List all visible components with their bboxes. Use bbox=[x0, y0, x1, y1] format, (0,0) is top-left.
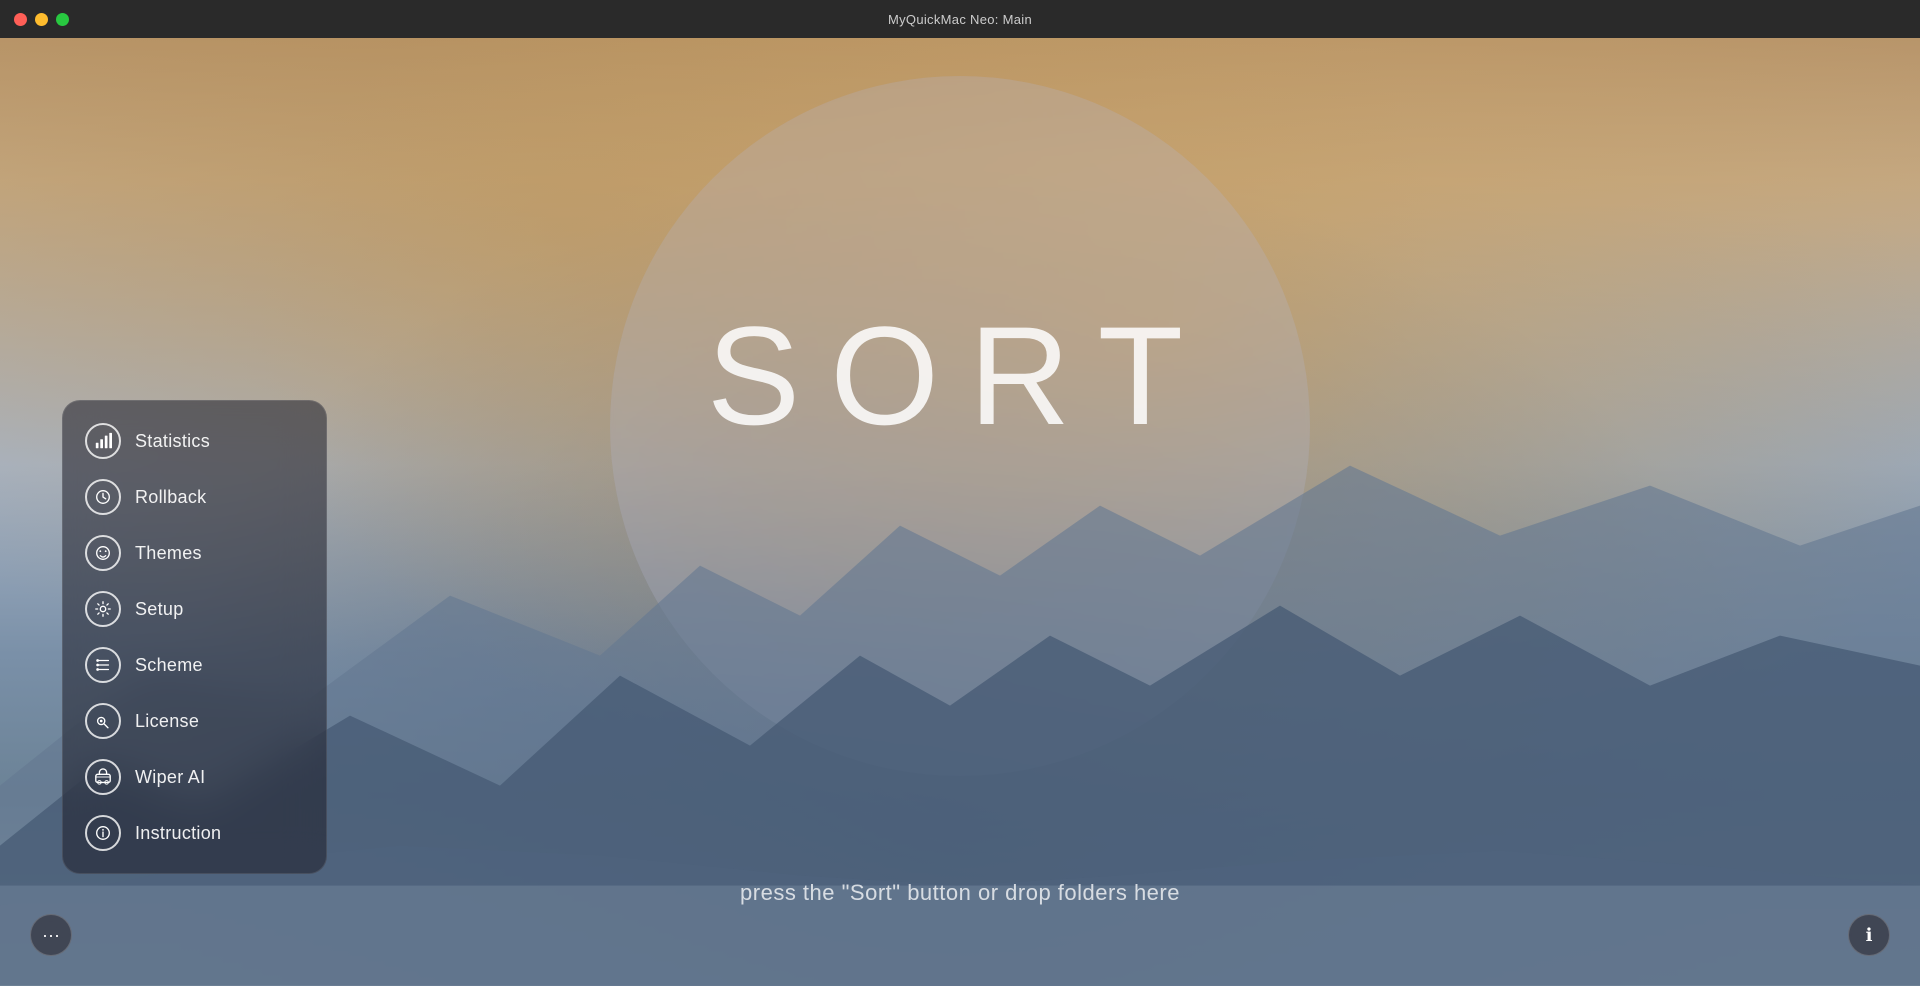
sidebar-item-label-themes: Themes bbox=[135, 543, 202, 564]
info-button[interactable]: ℹ bbox=[1848, 914, 1890, 956]
sidebar-item-label-rollback: Rollback bbox=[135, 487, 206, 508]
sidebar-item-label-license: License bbox=[135, 711, 199, 732]
sidebar-item-label-statistics: Statistics bbox=[135, 431, 210, 452]
titlebar: MyQuickMac Neo: Main bbox=[0, 0, 1920, 38]
maximize-button[interactable] bbox=[56, 13, 69, 26]
wiper-ai-icon bbox=[85, 759, 121, 795]
sidebar-item-scheme[interactable]: Scheme bbox=[63, 637, 326, 693]
close-button[interactable] bbox=[14, 13, 27, 26]
sidebar-item-wiper-ai[interactable]: Wiper AI bbox=[63, 749, 326, 805]
themes-icon bbox=[85, 535, 121, 571]
info-icon: ℹ bbox=[1866, 925, 1873, 946]
sidebar-item-statistics[interactable]: Statistics bbox=[63, 413, 326, 469]
sort-label[interactable]: SORT bbox=[707, 295, 1213, 457]
rollback-icon bbox=[85, 479, 121, 515]
sidebar-item-setup[interactable]: Setup bbox=[63, 581, 326, 637]
sidebar-item-instruction[interactable]: Instruction bbox=[63, 805, 326, 861]
statistics-icon bbox=[85, 423, 121, 459]
sidebar-item-license[interactable]: License bbox=[63, 693, 326, 749]
sidebar-item-rollback[interactable]: Rollback bbox=[63, 469, 326, 525]
minimize-button[interactable] bbox=[35, 13, 48, 26]
sidebar-item-label-instruction: Instruction bbox=[135, 823, 221, 844]
sidebar-item-themes[interactable]: Themes bbox=[63, 525, 326, 581]
sidebar-menu: Statistics Rollback Themes Setup Scheme … bbox=[62, 400, 327, 874]
sidebar-item-label-setup: Setup bbox=[135, 599, 184, 620]
traffic-lights bbox=[14, 13, 69, 26]
sidebar-item-label-scheme: Scheme bbox=[135, 655, 203, 676]
license-icon bbox=[85, 703, 121, 739]
more-icon: ··· bbox=[42, 925, 60, 946]
sidebar-item-label-wiper-ai: Wiper AI bbox=[135, 767, 205, 788]
setup-icon bbox=[85, 591, 121, 627]
window-title: MyQuickMac Neo: Main bbox=[888, 12, 1032, 27]
subtitle-text: press the "Sort" button or drop folders … bbox=[0, 880, 1920, 906]
instruction-icon bbox=[85, 815, 121, 851]
scheme-icon bbox=[85, 647, 121, 683]
more-options-button[interactable]: ··· bbox=[30, 914, 72, 956]
